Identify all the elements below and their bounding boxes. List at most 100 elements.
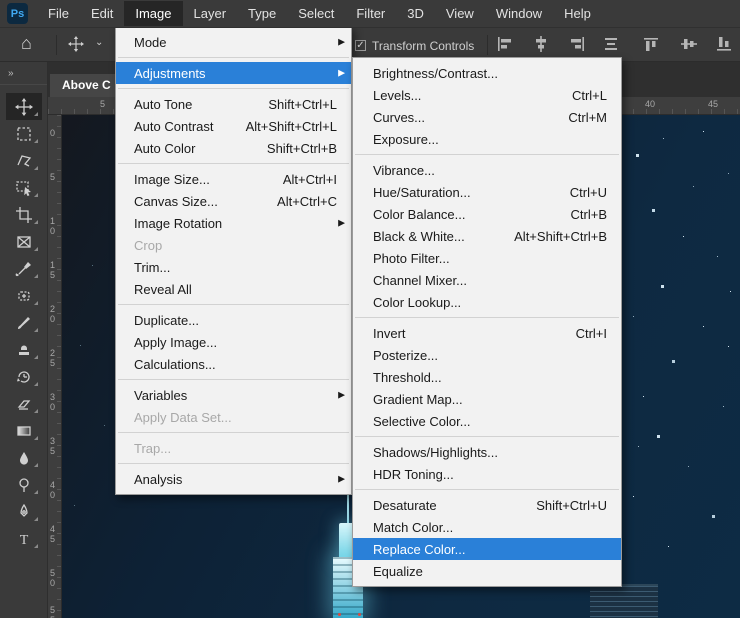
ruler-label: 35 [50, 436, 58, 456]
menubar-type[interactable]: Type [237, 1, 287, 26]
ruler-label: 5 [100, 99, 105, 109]
menu-item-exposure[interactable]: Exposure... [353, 128, 621, 150]
eyedropper-tool[interactable] [6, 255, 42, 282]
ruler-label: 45 [50, 524, 58, 544]
menubar-file[interactable]: File [37, 1, 80, 26]
dodge-tool[interactable] [6, 471, 42, 498]
align-right-icon[interactable] [568, 36, 586, 57]
menu-item-analysis[interactable]: Analysis [116, 468, 351, 490]
menubar-view[interactable]: View [435, 1, 485, 26]
move-tool[interactable] [6, 93, 42, 120]
menu-item-duplicate[interactable]: Duplicate... [116, 309, 351, 331]
menubar-layer[interactable]: Layer [183, 1, 238, 26]
menu-separator [355, 317, 619, 318]
menu-item-selective-color[interactable]: Selective Color... [353, 410, 621, 432]
caret-down-icon[interactable]: ⌄ [95, 37, 103, 48]
menubar-edit[interactable]: Edit [80, 1, 124, 26]
menu-item-auto-tone[interactable]: Auto ToneShift+Ctrl+L [116, 93, 351, 115]
ruler-label: 5 [50, 172, 58, 182]
rectangular-marquee-tool[interactable] [6, 120, 42, 147]
type-tool[interactable]: T [6, 525, 42, 552]
menu-item-color-balance[interactable]: Color Balance...Ctrl+B [353, 203, 621, 225]
photoshop-logo: Ps [7, 3, 28, 24]
menu-item-desaturate[interactable]: DesaturateShift+Ctrl+U [353, 494, 621, 516]
crop-tool[interactable] [6, 201, 42, 228]
menu-item-levels[interactable]: Levels...Ctrl+L [353, 84, 621, 106]
lasso-tool[interactable] [6, 147, 42, 174]
menu-item-mode[interactable]: Mode [116, 31, 351, 53]
menu-item-image-rotation[interactable]: Image Rotation [116, 212, 351, 234]
menubar-help[interactable]: Help [553, 1, 602, 26]
blur-tool[interactable] [6, 444, 42, 471]
tower-red-light [358, 613, 361, 616]
menu-item-trap: Trap... [116, 437, 351, 459]
menu-item-posterize[interactable]: Posterize... [353, 344, 621, 366]
history-brush-tool[interactable] [6, 363, 42, 390]
menu-item-black-white[interactable]: Black & White...Alt+Shift+Ctrl+B [353, 225, 621, 247]
menubar-window[interactable]: Window [485, 1, 553, 26]
pen-tool[interactable] [6, 498, 42, 525]
align-middle-icon[interactable] [681, 36, 699, 57]
object-selection-tool[interactable] [6, 174, 42, 201]
menu-item-apply-image[interactable]: Apply Image... [116, 331, 351, 353]
separator [56, 35, 57, 55]
vertical-ruler[interactable]: 0 5 10 15 20 25 30 35 40 45 50 55 [48, 115, 62, 618]
transform-controls-label[interactable]: Transform Controls [372, 39, 474, 53]
collapse-panel-icon[interactable]: » [0, 62, 47, 85]
menu-item-auto-contrast[interactable]: Auto ContrastAlt+Shift+Ctrl+L [116, 115, 351, 137]
menu-item-color-lookup[interactable]: Color Lookup... [353, 291, 621, 313]
clone-stamp-tool[interactable] [6, 336, 42, 363]
menu-item-vibrance[interactable]: Vibrance... [353, 159, 621, 181]
menu-item-channel-mixer[interactable]: Channel Mixer... [353, 269, 621, 291]
menu-bar: Ps File Edit Image Layer Type Select Fil… [0, 0, 740, 28]
menu-separator [355, 489, 619, 490]
menu-item-curves[interactable]: Curves...Ctrl+M [353, 106, 621, 128]
menu-item-adjustments[interactable]: Adjustments [116, 62, 351, 84]
menubar-select[interactable]: Select [287, 1, 345, 26]
menu-item-brightness-contrast[interactable]: Brightness/Contrast... [353, 62, 621, 84]
menu-item-trim[interactable]: Trim... [116, 256, 351, 278]
ruler-label: 15 [50, 260, 58, 280]
menu-item-calculations[interactable]: Calculations... [116, 353, 351, 375]
menu-item-photo-filter[interactable]: Photo Filter... [353, 247, 621, 269]
menu-item-invert[interactable]: InvertCtrl+I [353, 322, 621, 344]
menu-item-canvas-size[interactable]: Canvas Size...Alt+Ctrl+C [116, 190, 351, 212]
transform-controls-checkbox[interactable]: ✓ [355, 40, 366, 51]
align-top-icon[interactable] [643, 36, 661, 57]
ruler-label: 25 [50, 348, 58, 368]
ruler-label: 40 [645, 99, 655, 109]
brush-tool[interactable] [6, 309, 42, 336]
menu-item-hue-saturation[interactable]: Hue/Saturation...Ctrl+U [353, 181, 621, 203]
align-left-icon[interactable] [496, 36, 514, 57]
menu-item-hdr-toning[interactable]: HDR Toning... [353, 463, 621, 485]
menu-item-shadows-highlights[interactable]: Shadows/Highlights... [353, 441, 621, 463]
home-icon[interactable]: ⌂ [21, 33, 32, 54]
tower-red-light [338, 613, 341, 616]
align-bottom-icon[interactable] [716, 36, 734, 57]
menubar-filter[interactable]: Filter [345, 1, 396, 26]
menu-item-reveal-all[interactable]: Reveal All [116, 278, 351, 300]
gradient-tool[interactable] [6, 417, 42, 444]
separator [487, 35, 488, 55]
night-sky-stars [62, 115, 63, 116]
image-menu: Mode Adjustments Auto ToneShift+Ctrl+L A… [115, 26, 352, 495]
menu-item-replace-color[interactable]: Replace Color... [353, 538, 621, 560]
menu-item-image-size[interactable]: Image Size...Alt+Ctrl+I [116, 168, 351, 190]
menu-item-threshold[interactable]: Threshold... [353, 366, 621, 388]
adjustments-submenu: Brightness/Contrast... Levels...Ctrl+L C… [352, 57, 622, 587]
menu-item-gradient-map[interactable]: Gradient Map... [353, 388, 621, 410]
menu-separator [118, 432, 349, 433]
menu-item-variables[interactable]: Variables [116, 384, 351, 406]
frame-tool[interactable] [6, 228, 42, 255]
spot-healing-brush-tool[interactable] [6, 282, 42, 309]
menubar-image[interactable]: Image [124, 1, 182, 26]
menu-separator [118, 88, 349, 89]
eraser-tool[interactable] [6, 390, 42, 417]
menu-item-match-color[interactable]: Match Color... [353, 516, 621, 538]
menu-item-equalize[interactable]: Equalize [353, 560, 621, 582]
menubar-3d[interactable]: 3D [396, 1, 435, 26]
align-center-h-icon[interactable] [532, 36, 550, 57]
building-silhouette [590, 584, 658, 618]
menu-item-auto-color[interactable]: Auto ColorShift+Ctrl+B [116, 137, 351, 159]
distribute-icon[interactable] [602, 36, 620, 57]
